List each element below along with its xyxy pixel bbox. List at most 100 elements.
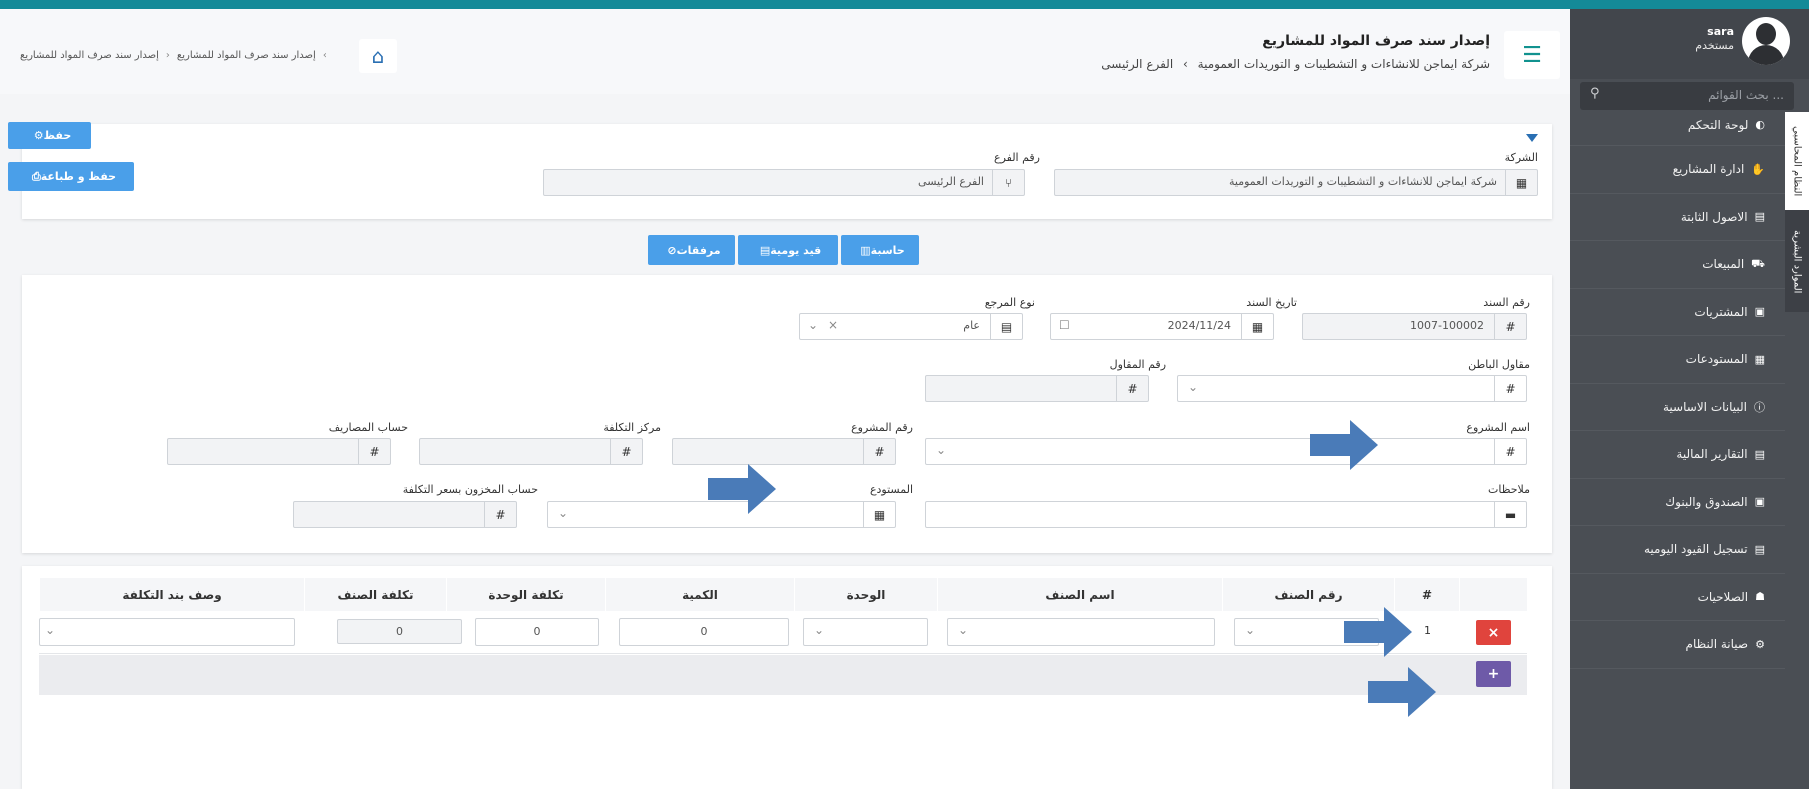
inventory-account-label: حساب المخزون بسعر التكلفة <box>402 483 538 496</box>
sidebar-item-journal-entries[interactable]: تسجيل القيود اليوميه ▤ <box>1570 526 1785 574</box>
list-icon: ☰ <box>1522 42 1542 68</box>
voucher-no-label: رقم السند <box>1483 296 1530 309</box>
sidebar-item-permissions[interactable]: الصلاحيات ☗ <box>1570 574 1785 621</box>
sidebar-item-fixed-assets[interactable]: الاصول الثابتة ▤ <box>1570 194 1785 241</box>
save-print-button[interactable]: ⎙ حفظ و طباعة <box>8 162 134 191</box>
expense-account-field[interactable]: # <box>167 438 391 465</box>
sidebar-item-purchases[interactable]: المشتريات ▣ <box>1570 289 1785 336</box>
tab-accounting-system[interactable]: النظام المحاسبي <box>1785 112 1809 210</box>
sidebar-item-cash-banks[interactable]: الصندوق والبنوك ▣ <box>1570 479 1785 526</box>
gear-icon: ⚙ <box>1755 637 1765 651</box>
voucher-date-field[interactable]: ▦ 2024/11/24 ☐ <box>1050 313 1274 340</box>
file-icon: ▤ <box>759 243 771 257</box>
arrow-right-icon <box>1310 420 1378 470</box>
breadcrumb-item-parent[interactable]: إصدار سند صرف المواد للمشاريع <box>20 50 159 61</box>
gear-icon: ⚙ <box>33 129 44 142</box>
user-name: sara <box>1707 25 1734 38</box>
notes-field[interactable]: ▬ <box>925 501 1527 528</box>
sidebar-menu: لوحة التحكم ◐ ادارة المشاريع ✋ الاصول الثا… <box>1570 112 1785 669</box>
hash-icon: # <box>1494 314 1526 339</box>
calendar-outline-icon: ☐ <box>1059 318 1070 332</box>
tab-human-resources[interactable]: الموارد البشرية <box>1785 212 1809 312</box>
comment-icon: ▬ <box>1494 502 1526 527</box>
dashboard-icon: ◐ <box>1755 118 1765 131</box>
branch-label: رقم الفرع <box>994 151 1040 164</box>
print-icon: ⎙ <box>31 169 41 183</box>
sidebar: sara مستخدم بحث القوائم ... ⚲ النظام الم… <box>1570 9 1809 789</box>
breadcrumb: إصدار سند صرف المواد للمشاريع‹إصدار سند … <box>20 50 327 61</box>
quantity-input[interactable]: 0 <box>619 618 789 646</box>
search-icon: ⚲ <box>1590 86 1600 101</box>
delete-row-button[interactable]: × <box>1476 620 1511 645</box>
building-icon: ▦ <box>1505 170 1537 195</box>
header-unit-cost: تكلفة الوحدة <box>446 578 605 611</box>
voucher-date-label: تاريخ السند <box>1246 296 1297 309</box>
chevron-down-icon: ⌄ <box>558 506 569 520</box>
calculator-button[interactable]: ▥ حاسبة <box>841 235 919 265</box>
cost-description-select[interactable]: ⌄ <box>39 618 295 646</box>
row-index: 1 <box>1424 624 1431 637</box>
table-row: × 1 ⌄ ⌄ ⌄ 0 0 0 ⌄ <box>39 611 1527 654</box>
add-row-button[interactable]: + <box>1476 661 1511 687</box>
arrow-right-icon <box>1368 667 1436 717</box>
inventory-account-field[interactable]: # <box>293 501 517 528</box>
cost-center-field[interactable]: # <box>419 438 643 465</box>
sidebar-item-basic-data[interactable]: البيانات الاساسية ⓘ <box>1570 384 1785 431</box>
sidebar-item-system-maintenance[interactable]: صيانة النظام ⚙ <box>1570 621 1785 669</box>
home-icon: ⌂ <box>371 44 385 68</box>
sidebar-item-warehouses[interactable]: المستودعات ▦ <box>1570 336 1785 384</box>
chevron-down-icon: ⌄ <box>936 443 947 457</box>
plus-icon: + <box>1487 666 1500 682</box>
company-field[interactable]: ▦ شركة ايماجن للانشاءات و التشطيبات و ال… <box>1054 169 1538 196</box>
voucher-no-field[interactable]: # 1007-100002 <box>1302 313 1527 340</box>
unit-select[interactable]: ⌄ <box>803 618 928 646</box>
header-cost-description: وصف بند التكلفة <box>39 578 304 611</box>
sidebar-item-sales[interactable]: المبيعات ⛟ <box>1570 241 1785 289</box>
top-accent-bar <box>0 0 1809 9</box>
save-button[interactable]: ⚙ حفظ <box>8 122 91 149</box>
header-unit: الوحدة <box>794 578 937 611</box>
cost-center-label: مركز التكلفة <box>603 421 661 434</box>
header-delete-col <box>1459 578 1527 611</box>
unit-cost-input[interactable]: 0 <box>475 618 599 646</box>
project-no-field[interactable]: # <box>672 438 896 465</box>
table-header: # رقم الصنف اسم الصنف الوحدة الكمية تكلف… <box>39 578 1527 611</box>
archive-icon: ▦ <box>1754 352 1765 366</box>
ref-type-label: نوع المرجع <box>984 296 1035 309</box>
item-cost-field: 0 <box>337 619 462 644</box>
search-placeholder: بحث القوائم ... <box>1708 88 1784 102</box>
handshake-icon: ✋ <box>1751 162 1765 176</box>
contractor-no-field[interactable]: # <box>925 375 1149 402</box>
project-name-select[interactable]: # ⌄ <box>925 438 1527 465</box>
collapse-icon[interactable] <box>1526 134 1538 142</box>
company-label: الشركة <box>1504 151 1538 164</box>
sidebar-search-input[interactable]: بحث القوائم ... ⚲ <box>1580 82 1794 110</box>
avatar[interactable] <box>1742 17 1790 65</box>
company-name: شركة ايماجن للانشاءات و التشطيبات و التو… <box>1197 57 1490 71</box>
branch-name: الفرع الرئيسى <box>1101 57 1174 71</box>
header-quantity: الكمية <box>605 578 794 611</box>
close-icon: × <box>1487 624 1500 641</box>
sidebar-item-financial-reports[interactable]: التقارير المالية ▤ <box>1570 431 1785 479</box>
file-icon: ▤ <box>990 314 1022 339</box>
vertical-tabs: النظام المحاسبي الموارد البشرية <box>1785 112 1809 312</box>
chevron-down-icon: ⌄ <box>808 318 819 332</box>
attachments-button[interactable]: ⊘ مرفقات <box>648 235 735 265</box>
sidebar-item-dashboard[interactable]: لوحة التحكم ◐ <box>1570 112 1785 146</box>
voucher-form-card: رقم السند # 1007-100002 تاريخ السند ▦ 20… <box>22 275 1552 553</box>
arrow-right-icon <box>1344 607 1412 657</box>
subcontractor-select[interactable]: # ⌄ <box>1177 375 1527 402</box>
file-icon: ▤ <box>1754 542 1765 556</box>
table-footer: + <box>39 655 1527 695</box>
archive-icon: ▦ <box>863 502 895 527</box>
home-button[interactable]: ⌂ <box>359 39 397 73</box>
info-icon: ⓘ <box>1754 400 1765 414</box>
journal-entry-button[interactable]: ▤ قيد يومية <box>738 235 838 265</box>
item-name-select[interactable]: ⌄ <box>947 618 1215 646</box>
menu-toggle-button[interactable]: ☰ <box>1504 31 1560 79</box>
sidebar-item-projects-management[interactable]: ادارة المشاريع ✋ <box>1570 146 1785 194</box>
ref-type-select[interactable]: ▤ عام ⌄ × <box>799 313 1023 340</box>
header-item-cost: تكلفة الصنف <box>304 578 446 611</box>
branch-field[interactable]: ⑂ الفرع الرئيسى <box>543 169 1025 196</box>
paperclip-icon: ⊘ <box>667 243 677 257</box>
